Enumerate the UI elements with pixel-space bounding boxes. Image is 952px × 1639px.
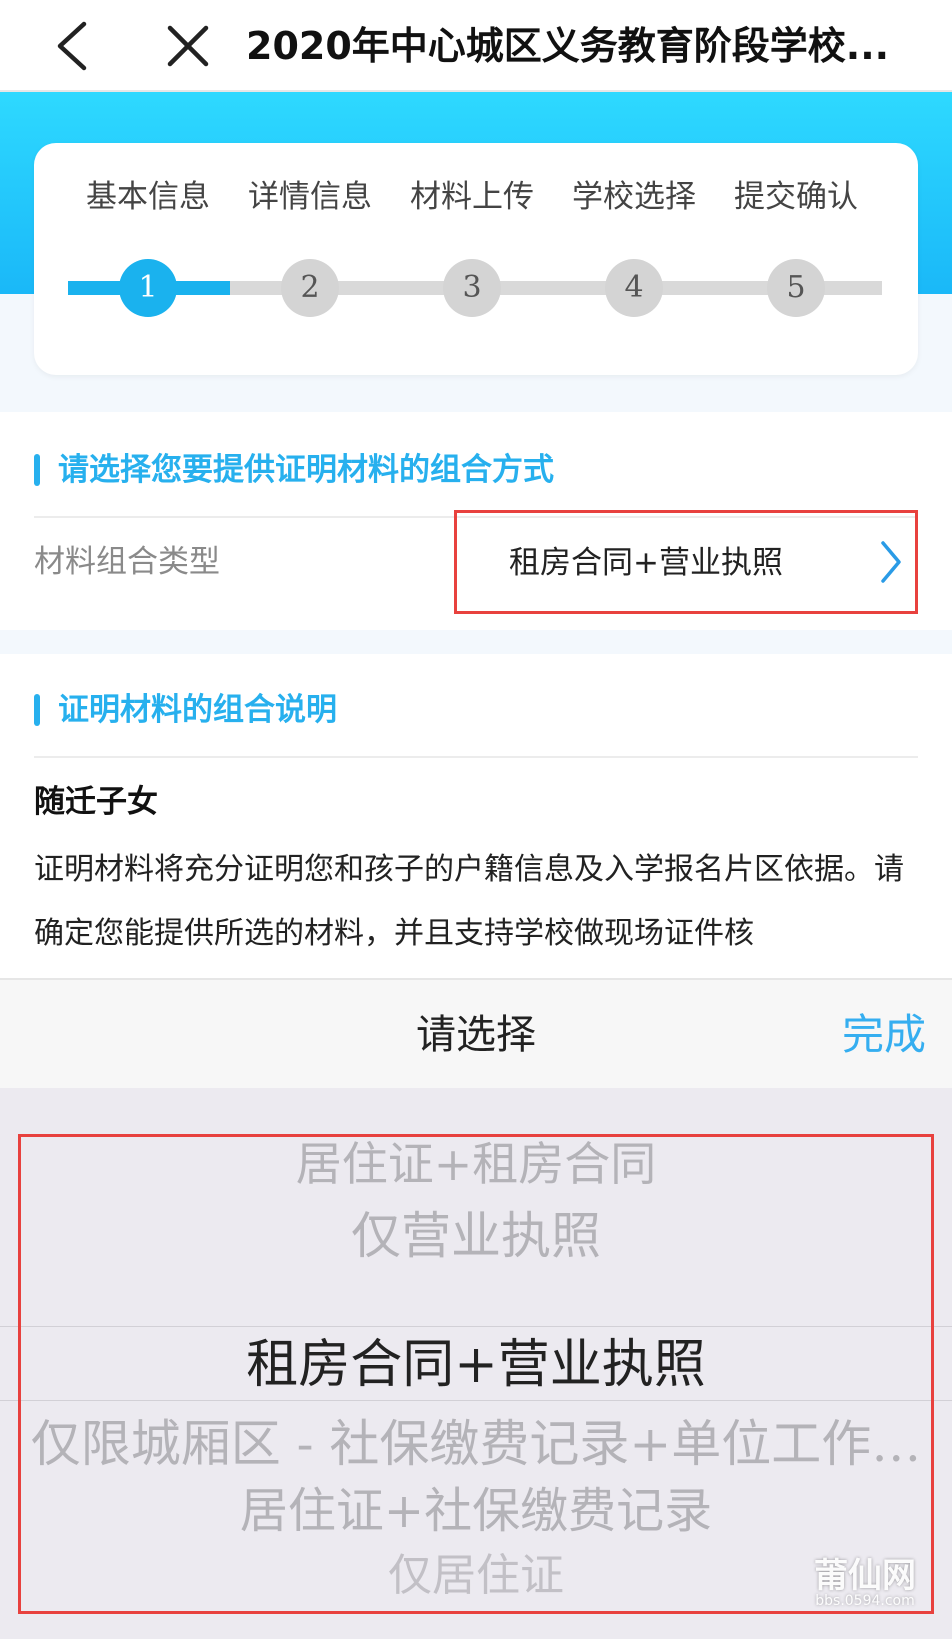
done-button[interactable]: 完成 [842, 980, 926, 1090]
material-type-value: 租房合同+营业执照 [509, 545, 783, 581]
chevron-left-icon [57, 21, 87, 71]
step-label-materials: 材料上传 [410, 179, 534, 215]
step-label-confirm: 提交确认 [734, 179, 858, 215]
app-header: 2020年中心城区义务教育阶段学校... [0, 0, 952, 92]
section-heading-description: 证明材料的组合说明 [34, 690, 337, 730]
watermark-brand: 莆仙网 [814, 1556, 916, 1596]
page-title: 2020年中心城区义务教育阶段学校... [246, 24, 890, 68]
step-dot-1: 1 [119, 259, 177, 317]
step-label-details: 详情信息 [248, 179, 372, 215]
step-dot-5: 5 [767, 259, 825, 317]
step-dot-3: 3 [443, 259, 501, 317]
section-divider [34, 756, 918, 758]
material-type-label: 材料组合类型 [34, 544, 220, 580]
step-label-basic-info: 基本信息 [86, 179, 210, 215]
item-title: 随迁子女 [34, 784, 158, 820]
close-button[interactable] [160, 18, 216, 74]
highlight-frame [18, 1134, 934, 1614]
item-description: 证明材料将充分证明您和孩子的户籍信息及入学报名片区依据。请确定您能提供所选的材料… [34, 852, 904, 951]
close-icon [167, 25, 209, 67]
step-label-school: 学校选择 [572, 179, 696, 215]
watermark-logo: 莆仙网 bbs.0594.com [800, 1548, 930, 1609]
picker-title: 请选择 [416, 1012, 536, 1058]
section-separator [0, 630, 952, 654]
back-button[interactable] [50, 18, 100, 74]
step-progress-card: 基本信息 详情信息 材料上传 学校选择 提交确认 1 2 3 4 5 [34, 143, 918, 375]
step-dot-4: 4 [605, 259, 663, 317]
watermark-url: bbs.0594.com [815, 1593, 915, 1609]
section-heading-combination: 请选择您要提供证明材料的组合方式 [34, 450, 554, 490]
picker-toolbar: 请选择 完成 [0, 978, 952, 1088]
step-dot-2: 2 [281, 259, 339, 317]
chevron-right-icon [881, 541, 901, 583]
material-type-selector[interactable]: 租房合同+营业执照 [454, 510, 918, 614]
